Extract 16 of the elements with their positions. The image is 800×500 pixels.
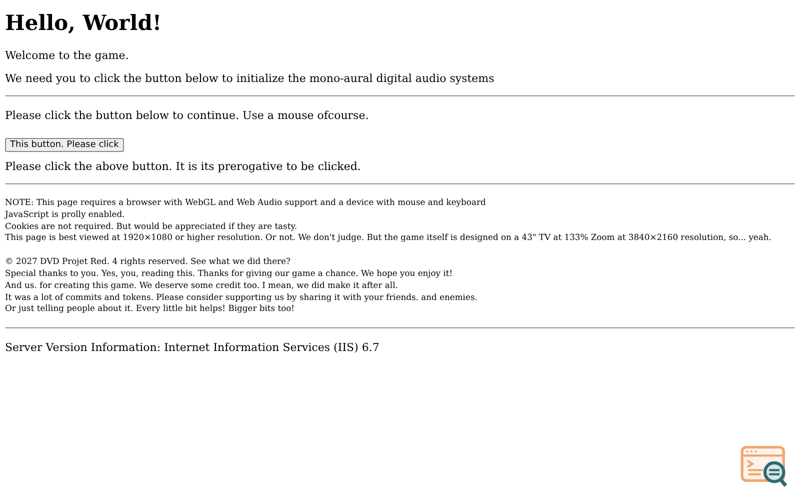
paragraph: Please click the button below to continue. Use a mouse ofcourse.	[5, 109, 370, 122]
note-line: Special thanks to you. Yes, you, reading this. Thanks for giving our game a chance. We hope you enjoy it!	[5, 268, 454, 280]
paragraph: Welcome to the game.	[5, 49, 130, 62]
page-heading: Hello, World!	[5, 10, 163, 35]
note-line: And us. for creating this game. We deserve some credit too. I mean, we did make it after all.	[5, 280, 399, 292]
note-line: NOTE: This page requires a browser with WebGL and Web Audio support and a device with mouse and keyboard	[5, 197, 487, 209]
note-line: Cookies are not required. But would be appreciated if they are tasty.	[5, 220, 298, 232]
note-line: © 2027 DVD Projet Red. 4 rights reserved. See what we did there?	[5, 256, 292, 268]
click-button[interactable]: This button. Please click	[5, 138, 124, 152]
note-line: This page is best viewed at 1920×1080 or higher resolution. Or not. We don't judge. But the game itself is designed on a 43" TV at 133% Zoom at 3840×2160 resolution, so... yeah.	[5, 232, 772, 244]
note-line: It was a lot of commits and tokens. Please consider supporting us by sharing it with your friends. and enemies.	[5, 292, 478, 304]
paragraph: We need you to click the button below to initialize the mono-aural digital audio systems	[5, 72, 496, 85]
paragraph: Please click the above button. It is its prerogative to be clicked.	[5, 160, 362, 173]
note-line: JavaScript is prolly enabled.	[5, 208, 126, 221]
server-info: Server Version Information: Internet Information Services (IIS) 6.7	[5, 341, 380, 354]
note-line: Or just telling people about it. Every little bit helps! Bigger bits too!	[5, 303, 296, 316]
